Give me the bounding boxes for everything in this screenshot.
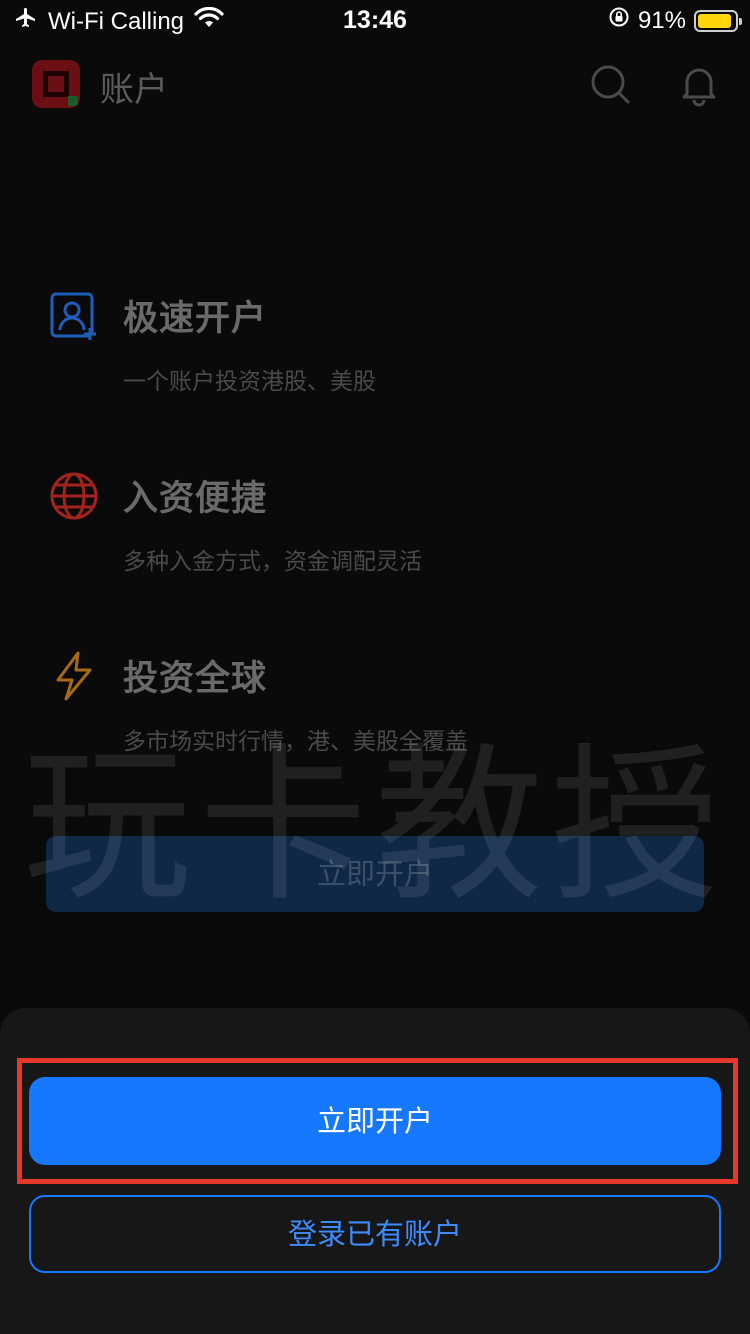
feature-desc: 多市场实时行情，港、美股全覆盖 <box>123 729 468 755</box>
search-icon[interactable] <box>588 62 634 108</box>
battery-percent: 91% <box>637 6 686 34</box>
app-header: 账户 <box>0 52 750 122</box>
feature-desc: 多种入金方式，资金调配灵活 <box>123 549 422 575</box>
user-plus-icon <box>48 290 100 342</box>
battery-icon <box>694 9 742 32</box>
globe-icon <box>48 470 100 522</box>
background-open-account-button: 立即开户 <box>46 836 704 912</box>
feature-desc: 一个账户投资港股、美股 <box>123 369 376 395</box>
app-logo <box>32 60 80 108</box>
bell-icon[interactable] <box>676 62 722 108</box>
open-account-button[interactable]: 立即开户 <box>29 1077 721 1165</box>
rotation-lock-icon <box>608 6 630 35</box>
logo-mark <box>43 71 69 97</box>
status-bar: Wi-Fi Calling 13:46 91% <box>0 0 750 40</box>
login-existing-account-button[interactable]: 登录已有账户 <box>29 1195 721 1273</box>
logo-corner <box>68 96 78 106</box>
feature-title: 投资全球 <box>123 659 268 699</box>
lightning-icon <box>48 650 100 702</box>
battery-fill <box>698 13 731 28</box>
feature-title: 入资便捷 <box>123 479 268 519</box>
page-title: 账户 <box>100 70 168 110</box>
feature-title: 极速开户 <box>123 299 268 339</box>
status-right: 91% <box>608 6 742 35</box>
